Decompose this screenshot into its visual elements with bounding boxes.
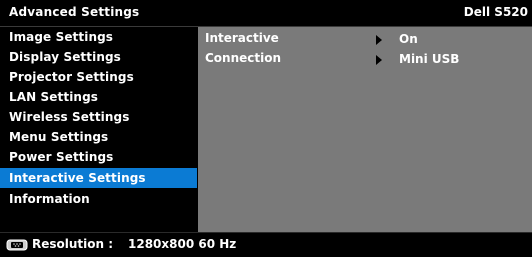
monitor-icon — [6, 239, 28, 251]
sidebar-item-projector-settings[interactable]: Projector Settings — [0, 67, 197, 87]
resolution-value: 1280x800 60 Hz — [128, 237, 237, 251]
triangle-right-icon — [376, 55, 382, 65]
sidebar-item-information[interactable]: Information — [0, 189, 197, 209]
status-bar: Resolution : 1280x800 60 Hz — [0, 232, 532, 257]
sidebar-item-label: Power Settings — [9, 150, 114, 164]
resolution-label: Resolution : — [32, 237, 114, 251]
model-name: Dell S520 — [463, 5, 528, 19]
sidebar-item-menu-settings[interactable]: Menu Settings — [0, 127, 197, 147]
sidebar-item-wireless-settings[interactable]: Wireless Settings — [0, 107, 197, 127]
sidebar-item-label: Wireless Settings — [9, 110, 130, 124]
settings-panel: Interactive On Connection Mini USB — [198, 27, 532, 232]
setting-value: Mini USB — [399, 52, 460, 66]
sidebar-item-image-settings[interactable]: Image Settings — [0, 27, 197, 47]
sidebar-item-interactive-settings[interactable]: Interactive Settings — [0, 168, 197, 188]
sidebar-item-lan-settings[interactable]: LAN Settings — [0, 87, 197, 107]
sidebar-item-display-settings[interactable]: Display Settings — [0, 47, 197, 67]
sidebar-item-label: Image Settings — [9, 30, 114, 44]
setting-row-interactive[interactable]: Interactive On — [198, 28, 532, 48]
menu-title: Advanced Settings — [9, 5, 140, 19]
setting-value: On — [399, 32, 418, 46]
setting-label: Connection — [205, 51, 282, 65]
sidebar-item-label: Projector Settings — [9, 70, 134, 84]
setting-label: Interactive — [205, 31, 279, 45]
settings-sidebar: Image Settings Display Settings Projecto… — [0, 27, 197, 232]
sidebar-item-label: Interactive Settings — [9, 171, 146, 185]
sidebar-item-label: Display Settings — [9, 50, 121, 64]
triangle-right-icon — [376, 35, 382, 45]
setting-row-connection[interactable]: Connection Mini USB — [198, 48, 532, 68]
sidebar-item-label: LAN Settings — [9, 90, 98, 104]
sidebar-item-label: Menu Settings — [9, 130, 109, 144]
sidebar-item-label: Information — [9, 192, 90, 206]
menu-header: Advanced Settings Dell S520 — [0, 0, 532, 26]
sidebar-item-power-settings[interactable]: Power Settings — [0, 147, 197, 167]
footer-divider — [0, 232, 532, 233]
